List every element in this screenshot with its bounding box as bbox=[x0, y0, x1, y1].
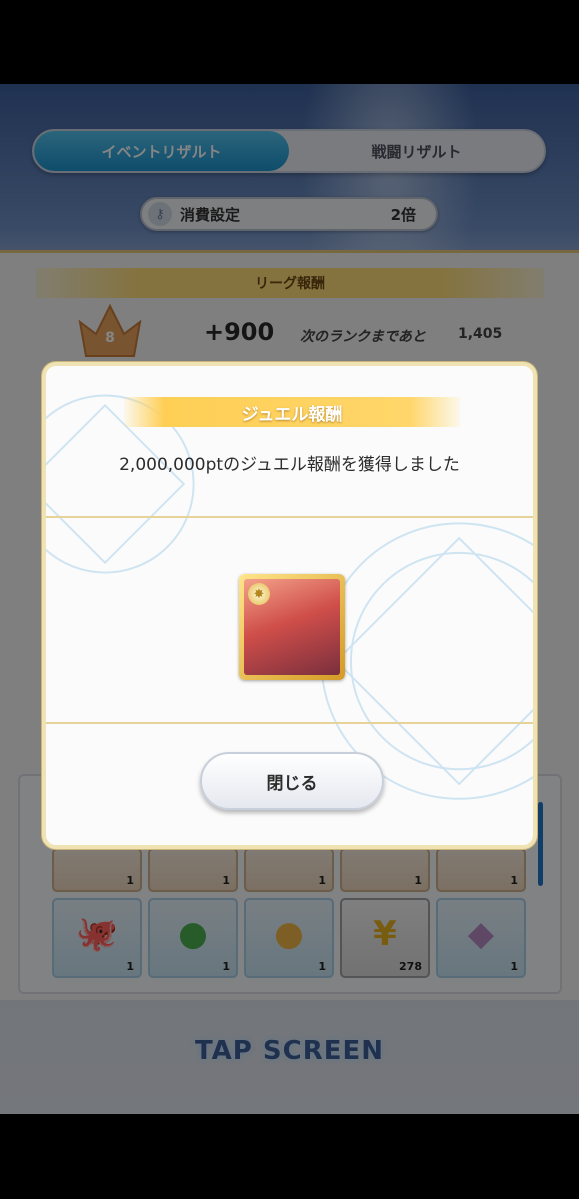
result-screen[interactable]: イベントリザルト 戦闘リザルト ⚷ 消費設定 2倍 リーグ報酬 8 +900 次… bbox=[0, 84, 579, 1114]
jewel-reward-dialog: ジュエル報酬 2,000,000ptのジュエル報酬を獲得しました ✸ 閉じる bbox=[42, 362, 537, 849]
star-badge-icon: ✸ bbox=[248, 583, 270, 605]
divider-top bbox=[46, 516, 533, 518]
character-portrait: ✸ bbox=[244, 579, 340, 675]
dialog-message: 2,000,000ptのジュエル報酬を獲得しました bbox=[119, 455, 460, 475]
divider-bottom bbox=[46, 722, 533, 724]
character-card-icon[interactable]: ✸ bbox=[239, 574, 345, 680]
close-button[interactable]: 閉じる bbox=[200, 752, 384, 810]
dialog-title: ジュエル報酬 bbox=[124, 397, 460, 427]
